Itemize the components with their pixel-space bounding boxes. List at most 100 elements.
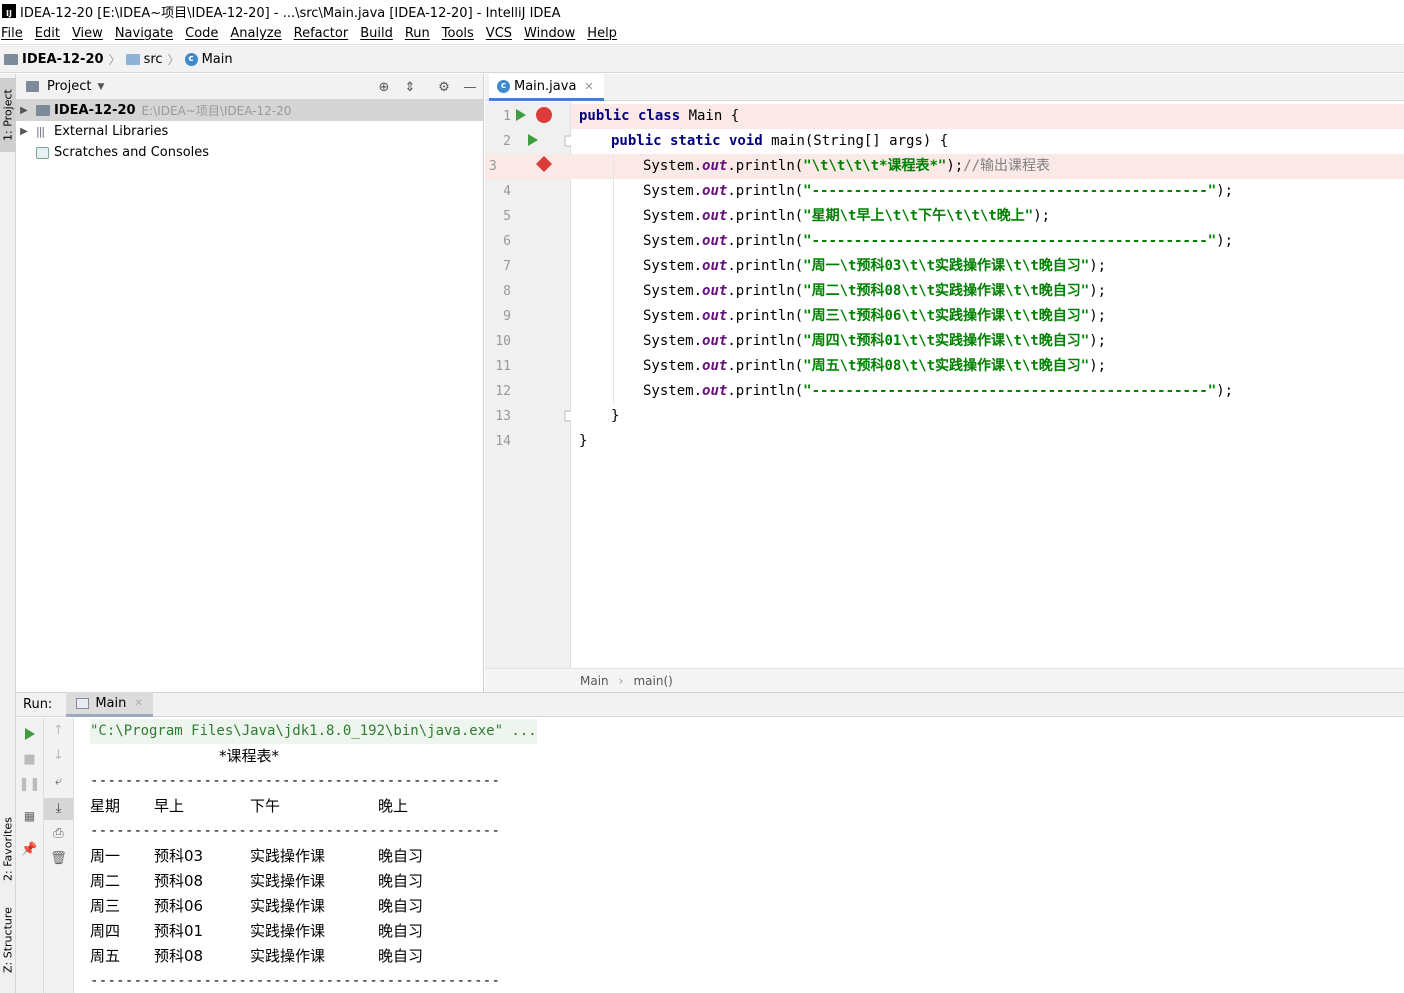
editor-breadcrumb-class[interactable]: Main bbox=[580, 674, 609, 688]
menu-run[interactable]: Run bbox=[399, 26, 436, 41]
soft-wrap-icon[interactable]: ⤶ bbox=[44, 774, 73, 789]
editor-breadcrumb: Main › main() bbox=[485, 668, 1404, 692]
stop-icon[interactable]: ■ bbox=[16, 752, 43, 767]
console-cell: 实践操作课 bbox=[250, 897, 326, 915]
run-tab-main-label: Main bbox=[95, 695, 127, 711]
code-text: System. bbox=[643, 233, 703, 249]
tab-project-tool[interactable]: 1: Project bbox=[0, 78, 16, 152]
code-string: "---------------------------------------… bbox=[803, 233, 1217, 249]
run-arrow-icon[interactable] bbox=[527, 133, 539, 147]
console-cell: 星期 bbox=[90, 797, 121, 815]
menu-navigate[interactable]: Navigate bbox=[109, 26, 179, 41]
expand-arrow-icon[interactable]: ▶ bbox=[18, 126, 30, 137]
code-text: ); bbox=[1216, 383, 1234, 399]
menu-view[interactable]: View bbox=[66, 26, 109, 41]
tree-item-external-libraries[interactable]: ▶ ||| External Libraries bbox=[16, 121, 483, 142]
pin-icon[interactable]: 📌 bbox=[16, 842, 43, 857]
minimize-icon[interactable]: — bbox=[462, 79, 478, 95]
code-line: System.out.println("--------------------… bbox=[571, 229, 1404, 254]
menu-refactor[interactable]: Refactor bbox=[288, 26, 355, 41]
editor-breadcrumb-method[interactable]: main() bbox=[633, 674, 672, 688]
editor-gutter[interactable]: 1 2 3 4 5 6 7 8 9 10 11 12 13 14 bbox=[485, 102, 576, 668]
code-keyword: public static void bbox=[611, 133, 772, 149]
code-text: ); bbox=[946, 158, 964, 174]
console-output[interactable]: "C:\Program Files\Java\jdk1.8.0_192\bin\… bbox=[74, 718, 1404, 993]
run-panel-header: Run: Main ✕ bbox=[16, 692, 1404, 717]
run-tab-main[interactable]: Main ✕ bbox=[66, 692, 153, 717]
code-field: out bbox=[702, 283, 728, 299]
code-text: ); bbox=[1089, 308, 1107, 324]
close-icon[interactable]: ✕ bbox=[584, 80, 593, 93]
arrow-up-icon[interactable]: ↑ bbox=[44, 723, 73, 738]
console-cell: 晚自习 bbox=[378, 872, 424, 890]
line-number: 8 bbox=[503, 284, 511, 299]
project-view-title[interactable]: Project bbox=[47, 79, 91, 94]
gear-icon[interactable]: ⚙ bbox=[436, 79, 452, 95]
console-cell: 周一 bbox=[90, 847, 121, 865]
code-text: Main { bbox=[688, 108, 740, 124]
code-text: main(String[] args) { bbox=[771, 133, 949, 149]
console-cell: 周三 bbox=[90, 897, 121, 915]
tree-item-path: E:\IDEA~项目\IDEA-12-20 bbox=[141, 104, 292, 118]
code-string: "---------------------------------------… bbox=[803, 383, 1217, 399]
code-text: System. bbox=[643, 333, 703, 349]
tree-item-scratches[interactable]: Scratches and Consoles bbox=[16, 142, 483, 163]
trash-icon[interactable]: 🗑 bbox=[44, 851, 73, 866]
line-number: 5 bbox=[503, 209, 511, 224]
rerun-icon[interactable] bbox=[24, 727, 36, 741]
code-line: System.out.println("--------------------… bbox=[571, 179, 1404, 204]
code-text: ); bbox=[1089, 358, 1107, 374]
console-cell: 预科06 bbox=[154, 897, 204, 915]
code-text: } bbox=[611, 408, 620, 424]
print-icon[interactable]: ⎙ bbox=[44, 826, 73, 841]
console-divider: ----------------------------------------… bbox=[90, 973, 501, 989]
locate-icon[interactable]: ⊕ bbox=[376, 79, 392, 95]
method-breakpoint-icon[interactable] bbox=[535, 155, 553, 173]
code-line: public static void main(String[] args) { bbox=[571, 129, 1404, 154]
tab-structure-tool[interactable]: Z: Structure bbox=[0, 900, 16, 980]
arrow-down-icon[interactable]: ↓ bbox=[44, 748, 73, 763]
code-editor[interactable]: public class Main { public static void m… bbox=[571, 102, 1404, 668]
code-text: } bbox=[579, 433, 588, 449]
scroll-to-end-icon[interactable]: ⤓ bbox=[44, 798, 73, 820]
pause-icon[interactable]: ❚❚ bbox=[16, 777, 43, 792]
menu-edit[interactable]: Edit bbox=[29, 26, 66, 41]
breadcrumb-folder-label: src bbox=[143, 51, 163, 67]
close-icon[interactable]: ✕ bbox=[134, 698, 142, 709]
menu-tools[interactable]: Tools bbox=[436, 26, 480, 41]
code-text: .println( bbox=[727, 308, 804, 324]
line-number: 7 bbox=[503, 259, 511, 274]
class-icon: c bbox=[184, 52, 198, 66]
tab-main-java[interactable]: c Main.java ✕ bbox=[489, 74, 604, 101]
code-line: } bbox=[571, 429, 1404, 454]
console-cell: 周四 bbox=[90, 922, 121, 940]
layout-icon[interactable]: ▦ bbox=[16, 809, 43, 823]
console-cell: 早上 bbox=[154, 797, 185, 815]
collapse-all-icon[interactable]: ⇕ bbox=[402, 79, 418, 95]
console-cell: 晚自习 bbox=[378, 947, 424, 965]
code-text: .println( bbox=[727, 158, 804, 174]
menu-window[interactable]: Window bbox=[518, 26, 581, 41]
tab-favorites-tool[interactable]: 2: Favorites bbox=[0, 804, 16, 894]
run-arrow-icon[interactable] bbox=[515, 108, 527, 122]
menu-vcs[interactable]: VCS bbox=[480, 26, 518, 41]
menu-help[interactable]: Help bbox=[581, 26, 623, 41]
breadcrumb-file[interactable]: c Main bbox=[184, 52, 233, 67]
expand-arrow-icon[interactable]: ▶ bbox=[18, 105, 30, 116]
menu-code[interactable]: Code bbox=[179, 26, 224, 41]
code-string: "周三\t预科06\t\t实践操作课\t\t晚自习" bbox=[803, 308, 1090, 324]
breadcrumb-project[interactable]: IDEA-12-20 bbox=[4, 52, 104, 67]
menu-file[interactable]: File bbox=[0, 26, 29, 41]
tree-item-project-root[interactable]: ▶ IDEA-12-20 E:\IDEA~项目\IDEA-12-20 bbox=[16, 100, 483, 121]
breadcrumb-folder[interactable]: src bbox=[125, 51, 163, 67]
menu-build[interactable]: Build bbox=[354, 26, 399, 41]
breakpoint-icon[interactable] bbox=[535, 106, 553, 124]
tab-main-java-label: Main.java bbox=[514, 78, 577, 94]
dropdown-arrow-icon[interactable]: ▼ bbox=[97, 82, 104, 92]
tree-item-label: IDEA-12-20 bbox=[54, 103, 136, 118]
code-string: "---------------------------------------… bbox=[803, 183, 1217, 199]
menu-analyze[interactable]: Analyze bbox=[224, 26, 287, 41]
code-field: out bbox=[702, 233, 728, 249]
console-cell: 预科08 bbox=[154, 947, 204, 965]
console-cell: 周五 bbox=[90, 947, 121, 965]
